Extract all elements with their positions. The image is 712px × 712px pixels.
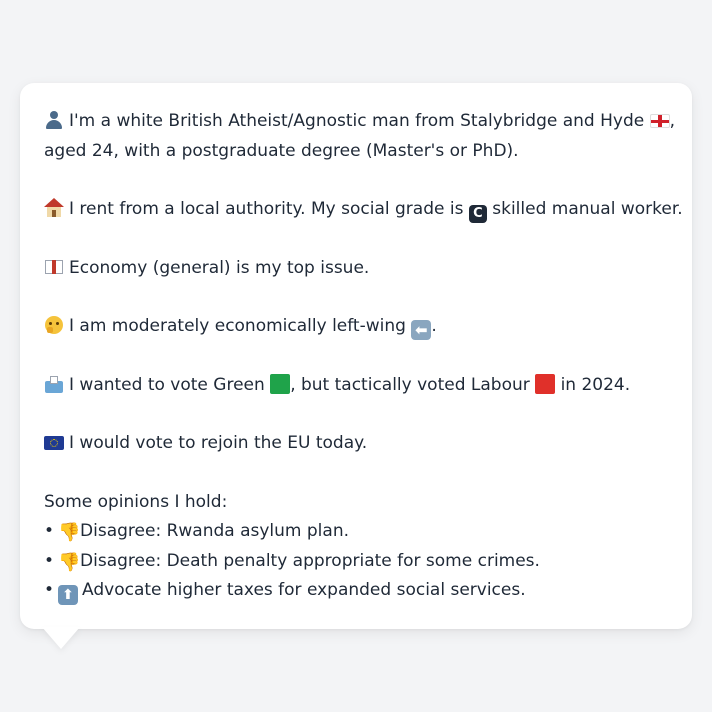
ledger-icon — [44, 257, 64, 277]
england-flag-icon — [649, 114, 670, 128]
thumbs-down-icon: 👎 — [58, 551, 81, 573]
ballot-box-icon — [44, 374, 64, 394]
eu-line: I would vote to rejoin the EU today. — [44, 429, 668, 459]
opinion-text: Disagree: Death penalty appropriate for … — [80, 550, 540, 571]
identity-line-2: aged 24, with a postgraduate degree (Mas… — [44, 140, 519, 161]
issue-text: Economy (general) is my top issue. — [69, 257, 370, 278]
economic-line: I am moderately economically left-wing ⬅… — [44, 312, 668, 342]
bullet: • — [44, 580, 55, 600]
list-item: • 👎Disagree: Rwanda asylum plan. — [44, 517, 668, 547]
vote-text-c: in 2024. — [560, 374, 631, 395]
vote-text-b: , but tactically voted Labour — [290, 374, 530, 395]
economic-tail: . — [431, 316, 437, 336]
up-arrow-icon: ⬆ — [58, 585, 79, 605]
speech-bubble-tail — [42, 627, 80, 649]
issue-line: Economy (general) is my top issue. — [44, 254, 668, 284]
eu-text: I would vote to rejoin the EU today. — [69, 433, 368, 453]
persona-card: I'm a white British Atheist/Agnostic man… — [20, 83, 692, 629]
bullet: • — [44, 550, 55, 571]
grade-letter-icon: C — [468, 205, 487, 223]
green-square-icon — [270, 373, 291, 394]
list-item: • 👎Disagree: Death penalty appropriate fo… — [44, 547, 668, 577]
vote-line: I wanted to vote Green , but tactically … — [44, 371, 668, 401]
identity-text: I'm a white British Atheist/Agnostic man… — [69, 111, 645, 131]
grade-text: skilled manual worker. — [492, 199, 683, 219]
identity-comma: , — [669, 111, 676, 131]
opinion-text: Advocate higher taxes for expanded socia… — [82, 580, 526, 600]
left-arrow-icon: ⬅ — [411, 320, 432, 340]
economic-text: I am moderately economically left-wing — [69, 316, 406, 336]
opinions-heading: Some opinions I hold: — [44, 491, 228, 512]
thinking-face-icon — [44, 315, 64, 335]
house-icon — [44, 198, 64, 218]
eu-flag-icon — [44, 436, 64, 450]
list-item: • ⬆ Advocate higher taxes for expanded soc… — [44, 576, 668, 606]
person-icon — [44, 110, 64, 130]
housing-line: I rent from a local authority. My social… — [44, 195, 683, 225]
opinion-text: Disagree: Rwanda asylum plan. — [80, 521, 350, 541]
red-square-icon — [535, 373, 556, 394]
vote-text-a: I wanted to vote Green — [69, 374, 265, 395]
bullet: • — [44, 521, 55, 541]
thumbs-down-icon: 👎 — [58, 522, 81, 543]
housing-text: I rent from a local authority. My social… — [69, 199, 464, 219]
identity-line: I'm a white British Atheist/Agnostic man… — [44, 107, 675, 137]
